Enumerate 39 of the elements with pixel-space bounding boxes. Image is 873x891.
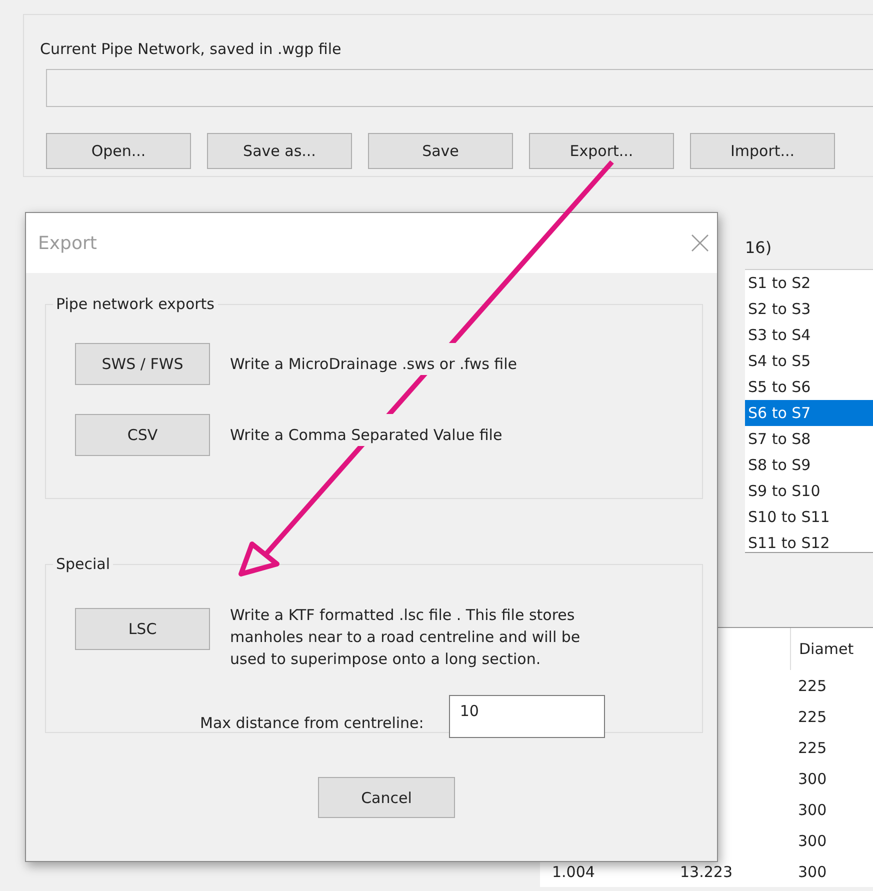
file-path-field[interactable] xyxy=(46,69,873,107)
group-label: Special xyxy=(56,555,110,573)
pipe-list-item[interactable]: S4 to S5 xyxy=(745,348,873,374)
table-cell: 300 xyxy=(798,862,827,880)
file-format-button[interactable]: SWS / FWS xyxy=(75,343,210,385)
column-header: Diamet xyxy=(790,628,873,670)
pipe-list-item[interactable]: S8 to S9 xyxy=(745,452,873,478)
cancel-button[interactable]: Cancel xyxy=(318,777,455,818)
table-cell: 13.223 xyxy=(680,862,732,880)
dialog-title: Export xyxy=(38,232,97,254)
toolbar-button[interactable]: Save as... xyxy=(207,133,352,169)
pipe-list-item[interactable]: S1 to S2 xyxy=(745,270,873,296)
file-format-button[interactable]: CSV xyxy=(75,414,210,456)
table-cell: 300 xyxy=(798,800,827,818)
toolbar-button[interactable]: Export... xyxy=(529,133,674,169)
table-cell: 225 xyxy=(798,738,827,756)
toolbar-button[interactable]: Open... xyxy=(46,133,191,169)
close-icon[interactable] xyxy=(691,234,709,252)
pipe-list-item[interactable]: S2 to S3 xyxy=(745,296,873,322)
pipe-list-item[interactable]: S7 to S8 xyxy=(745,426,873,452)
file-format-button[interactable]: LSC xyxy=(75,608,210,650)
pipe-list-item[interactable]: S10 to S11 xyxy=(745,504,873,530)
pipe-list-item[interactable]: S11 to S12 xyxy=(745,530,873,556)
toolbar-button[interactable]: Import... xyxy=(690,133,835,169)
field-label: Max distance from centreline: xyxy=(200,712,424,732)
pipe-list-item[interactable]: S3 to S4 xyxy=(745,322,873,348)
toolbar-button[interactable]: Save xyxy=(368,133,513,169)
table-cell: 300 xyxy=(798,770,827,788)
table-cell: 225 xyxy=(798,708,827,726)
group-label: Pipe network exports xyxy=(56,295,214,313)
table-cell: 300 xyxy=(798,832,827,850)
pipe-list-item[interactable]: S6 to S7 xyxy=(745,400,873,426)
table-cell: 225 xyxy=(798,676,827,694)
option-description: Write a MicroDrainage .sws or .fws file xyxy=(230,343,518,375)
option-description: Write a Comma Separated Value file xyxy=(230,414,502,446)
pipe-list-item[interactable]: S9 to S10 xyxy=(745,478,873,504)
distance-input-field[interactable]: 10 xyxy=(448,695,605,738)
table-cell: 1.004 xyxy=(552,862,595,880)
pipe-list-item[interactable]: S5 to S6 xyxy=(745,374,873,400)
